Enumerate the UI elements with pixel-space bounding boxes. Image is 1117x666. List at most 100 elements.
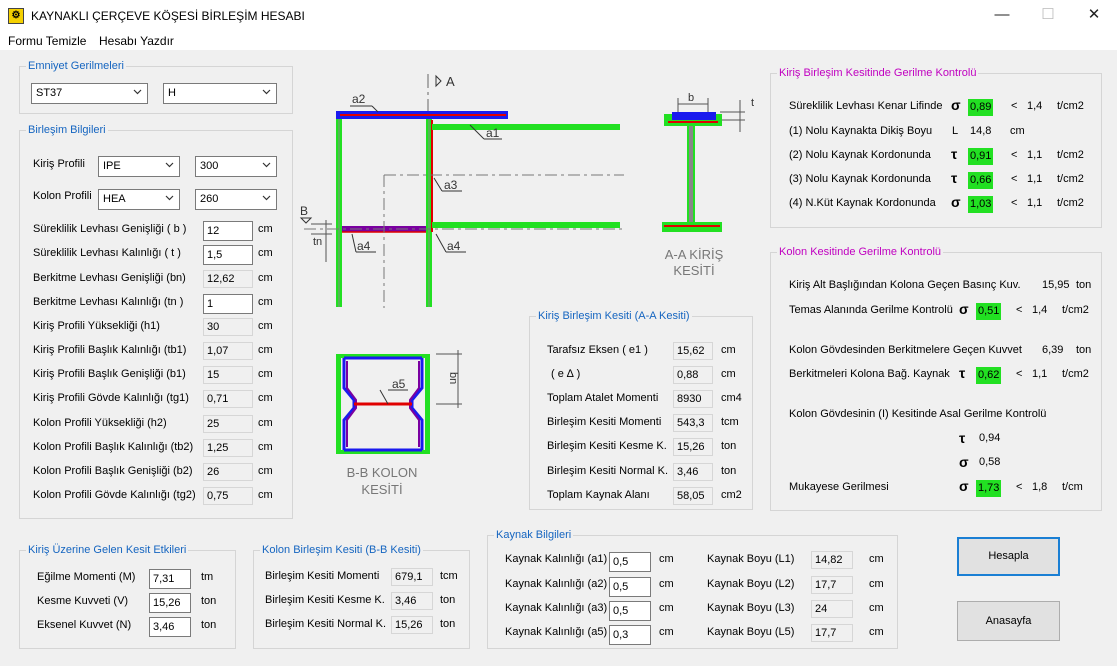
unit: ton <box>721 465 737 477</box>
moment-value: 543,3 <box>673 414 713 432</box>
label-a2: a2 <box>352 92 366 106</box>
label-a: A <box>446 74 455 89</box>
unit: cm <box>869 602 884 614</box>
tg2-value: 0,75 <box>203 487 253 505</box>
row-label: Kolon Gövdesinden Berkitmelere Geçen Kuv… <box>789 344 1022 356</box>
row-label: Kesme Kuvveti (V) <box>37 595 129 607</box>
a5-input[interactable]: 0,3 <box>609 625 651 645</box>
unit: t/cm2 <box>1062 368 1089 380</box>
unit: cm <box>258 465 273 477</box>
t-input[interactable]: 1,5 <box>203 245 253 265</box>
unit: t/cm2 <box>1057 173 1084 185</box>
row-label: Kiriş Alt Başlığından Kolona Geçen Basın… <box>789 279 1021 291</box>
l2-value: 17,7 <box>811 576 853 594</box>
unit: cm <box>258 344 273 356</box>
a3-leader <box>433 177 443 192</box>
load-case-select[interactable]: H <box>163 83 277 104</box>
kiris-size-select[interactable]: 300 <box>195 156 277 177</box>
unit: cm <box>869 578 884 590</box>
kaynak-group: Kaynak Bilgileri Kaynak Kalınlığı (a1) 0… <box>487 529 898 649</box>
ok-value: 0,51 <box>976 303 1002 320</box>
a2-input[interactable]: 0,5 <box>609 577 651 597</box>
kolon-type-select[interactable]: HEA <box>98 189 180 210</box>
weld-area-value: 58,05 <box>673 487 713 505</box>
unit: cm4 <box>721 392 742 404</box>
unit: cm <box>869 553 884 565</box>
row-label: Toplam Kaynak Alanı <box>547 489 650 501</box>
row-label: Berkitme Levhası Genişliği (bn) <box>33 272 186 284</box>
kiris-type-select[interactable]: IPE <box>98 156 180 177</box>
steel-value: ST37 <box>36 87 63 99</box>
moment-input[interactable]: 7,31 <box>149 569 191 589</box>
unit: ton <box>440 594 456 606</box>
row-label: Mukayese Gerilmesi <box>789 481 889 493</box>
ok-value: 1,03 <box>968 196 994 213</box>
l1-value: 14,82 <box>811 551 853 569</box>
row-label: Kolon Profili Başlık Genişliği (b2) <box>33 465 193 477</box>
tau-symbol: τ <box>959 430 966 446</box>
calculate-button[interactable]: Hesapla <box>957 537 1060 576</box>
row-label: Kiriş Profili Başlık Kalınlığı (tb1) <box>33 344 187 356</box>
row-label: Süreklilik Levhası Kenar Lifinde <box>789 100 943 112</box>
app-icon: ⚙ <box>8 8 24 24</box>
unit: cm <box>258 296 273 308</box>
kiris-profile-label: Kiriş Profili <box>33 158 85 170</box>
steel-select[interactable]: ST37 <box>31 83 148 104</box>
row-label: Kaynak Kalınlığı (a1) <box>505 553 608 565</box>
row-label: Kaynak Boyu (L5) <box>707 626 795 638</box>
unit: cm <box>258 320 273 332</box>
op: < <box>1011 197 1018 209</box>
emniyet-group: Emniyet Gerilmeleri ST37 H <box>19 60 293 114</box>
unit: cm <box>659 553 674 565</box>
unit: ton <box>201 619 217 631</box>
sigma-symbol: σ <box>959 301 969 317</box>
label-b: B <box>300 204 308 218</box>
symbol-l: L <box>952 125 959 137</box>
b-input[interactable]: 12 <box>203 221 253 241</box>
row-label: Süreklilik Levhası Kalınlığı ( t ) <box>33 247 181 259</box>
row-label: (3) Nolu Kaynak Kordonunda <box>789 173 931 185</box>
load-case-value: H <box>168 87 176 99</box>
shear-input[interactable]: 15,26 <box>149 593 191 613</box>
close-button[interactable]: ✕ <box>1071 0 1117 32</box>
unit: tm <box>201 571 214 583</box>
a1-input[interactable]: 0,5 <box>609 552 651 572</box>
kesit-etki-group: Kiriş Üzerine Gelen Kesit Etkileri Eğilm… <box>19 544 236 649</box>
row-label: Toplam Atalet Momenti <box>547 392 659 404</box>
axial-input[interactable]: 3,46 <box>149 617 191 637</box>
kolon-control-title: Kolon Kesitinde Gerilme Kontrolü <box>777 246 944 258</box>
menu-clear-form[interactable]: Formu Temizle <box>8 34 86 48</box>
tg1-value: 0,71 <box>203 390 253 408</box>
shear-value: 15,26 <box>673 438 713 456</box>
row-label: Kolon Profili Başlık Kalınlığı (tb2) <box>33 441 194 453</box>
unit: t/cm2 <box>1057 149 1084 161</box>
minimize-button[interactable]: — <box>979 0 1025 32</box>
tau-symbol: τ <box>951 146 958 162</box>
row-label: ( e ∆ ) <box>551 368 581 380</box>
home-button[interactable]: Anasayfa <box>957 601 1060 641</box>
unit: tcm <box>721 416 739 428</box>
b2-value: 26 <box>203 463 253 481</box>
label-a5: a5 <box>392 377 406 391</box>
menu-print[interactable]: Hesabı Yazdır <box>99 34 174 48</box>
section-b-arrow <box>299 217 313 224</box>
unit: tcm <box>440 570 458 582</box>
maximize-button[interactable]: ☐ <box>1025 0 1071 32</box>
kiris-size-value: 300 <box>200 160 219 172</box>
unit: cm <box>258 272 273 284</box>
tn-input[interactable]: 1 <box>203 294 253 314</box>
e1-value: 15,62 <box>673 342 713 360</box>
a3-input[interactable]: 0,5 <box>609 601 651 621</box>
bb-title: Kolon Birleşim Kesiti (B-B Kesiti) <box>260 544 423 556</box>
bb-right-weld <box>425 354 430 454</box>
row-label: Kiriş Profili Yüksekliği (h1) <box>33 320 160 332</box>
normal-value: 3,46 <box>673 463 713 481</box>
unit: cm <box>869 626 884 638</box>
tau-symbol: τ <box>951 170 958 186</box>
bb-section-group: Kolon Birleşim Kesiti (B-B Kesiti) Birle… <box>253 544 470 649</box>
edelta-value: 0,88 <box>673 366 713 384</box>
row-label: Kolon Gövdesinin (I) Kesitinde Asal Geri… <box>789 408 1047 420</box>
unit: t/cm2 <box>1057 197 1084 209</box>
kolon-size-select[interactable]: 260 <box>195 189 277 210</box>
row-label: Kaynak Kalınlığı (a3) <box>505 602 608 614</box>
